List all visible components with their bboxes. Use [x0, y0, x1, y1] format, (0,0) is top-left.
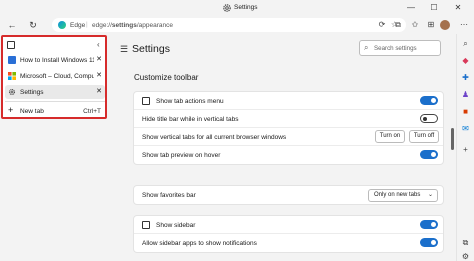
open-external-icon[interactable]: ⧉ — [460, 237, 471, 248]
tab-label: Settings — [20, 88, 44, 96]
collections-add-icon[interactable]: ⊞ — [425, 19, 437, 31]
collapse-pane-icon[interactable]: ‹ — [97, 40, 100, 49]
dropdown-value: Only on new tabs — [374, 192, 421, 198]
outlook-icon[interactable]: ✉ — [460, 123, 471, 134]
search-icon[interactable]: ⌕ — [460, 38, 471, 49]
setting-label: Show tab actions menu — [156, 98, 224, 105]
url-highlight: settings — [111, 21, 137, 29]
new-tab-label: New tab — [20, 107, 44, 115]
setting-row-vertical-tabs: Show vertical tabs for all current brows… — [134, 128, 443, 146]
section-title: Customize toolbar — [134, 73, 199, 82]
chevron-down-icon: ⌄ — [427, 192, 433, 198]
toggle-show-tab-actions[interactable] — [420, 96, 438, 105]
turn-off-button[interactable]: Turn off — [409, 130, 439, 143]
tab-label: Microsoft – Cloud, Computers, A — [20, 72, 94, 80]
edge-sidebar: ⌕ ◆ ✚ ♟ ■ ✉ + ⧉ ⚙ — [456, 34, 474, 261]
sidebar-settings-card: Show sidebar Allow sidebar apps to show … — [133, 215, 444, 253]
tab-item[interactable]: How to Install Windows 11 on Vi ✕ — [5, 53, 105, 67]
setting-label: Show tab preview on hover — [142, 152, 221, 159]
search-input[interactable] — [374, 43, 438, 53]
profile-avatar[interactable] — [440, 20, 450, 30]
search-box[interactable]: ⌕ — [359, 40, 441, 56]
toggle-sidebar-notifications[interactable] — [420, 238, 438, 247]
setting-row-tab-preview: Show tab preview on hover — [134, 146, 443, 164]
gear-icon — [223, 4, 231, 12]
tools-icon[interactable]: ✚ — [460, 72, 471, 83]
back-button[interactable]: ← — [6, 19, 18, 31]
menu-icon[interactable]: ☰ — [120, 44, 128, 55]
url-text: edge://settings/appearance — [92, 22, 173, 29]
close-window-button[interactable]: ✕ — [452, 2, 464, 14]
url-separator: | — [86, 21, 88, 28]
setting-label: Hide title bar while in vertical tabs — [142, 116, 239, 123]
window-title: Settings — [234, 4, 258, 11]
url-prefix: edge:// — [92, 21, 112, 29]
turn-on-button[interactable]: Turn on — [375, 130, 405, 143]
page-title: Settings — [132, 43, 170, 55]
more-menu-icon[interactable]: ⋯ — [458, 19, 470, 31]
plus-icon: + — [8, 105, 14, 115]
close-tab-icon[interactable]: ✕ — [96, 87, 102, 95]
setting-label: Allow sidebar apps to show notifications — [142, 240, 257, 247]
setting-row-hide-title-bar: Hide title bar while in vertical tabs — [134, 110, 443, 128]
setting-label: Show favorites bar — [142, 192, 196, 199]
tab-settings-card: Show tab actions menu Hide title bar whi… — [133, 91, 444, 165]
close-tab-icon[interactable]: ✕ — [96, 55, 102, 63]
favorites-bar-dropdown[interactable]: Only on new tabs ⌄ — [368, 189, 438, 202]
address-bar-row: ← ↻ Edge | edge://settings/appearance ☆ … — [0, 16, 474, 34]
sidebar-icon — [142, 221, 150, 229]
refresh-button[interactable]: ↻ — [27, 19, 39, 31]
microsoft-favicon-icon — [8, 72, 16, 80]
gear-icon — [8, 88, 16, 96]
vertical-tabs-panel: ‹ How to Install Windows 11 on Vi ✕ Micr… — [1, 35, 107, 119]
tab-item-selected[interactable]: Settings ✕ — [5, 85, 105, 99]
scrollbar-track[interactable] — [449, 62, 454, 261]
toggle-tab-preview[interactable] — [420, 150, 438, 159]
add-icon[interactable]: + — [460, 144, 471, 155]
close-tab-icon[interactable]: ✕ — [96, 71, 102, 79]
settings-header: ☰ Settings ⌕ — [108, 34, 456, 62]
divider — [5, 101, 105, 102]
toggle-show-sidebar[interactable] — [420, 220, 438, 229]
search-icon: ⌕ — [364, 43, 369, 52]
tab-label: How to Install Windows 11 on Vi — [20, 56, 94, 64]
setting-row-sidebar-notifications: Allow sidebar apps to show notifications — [134, 234, 443, 252]
edge-logo-icon — [58, 21, 66, 29]
maximize-button[interactable]: ☐ — [428, 2, 440, 14]
setting-row-show-tab-actions: Show tab actions menu — [134, 92, 443, 110]
tab-actions-icon — [142, 97, 150, 105]
collections-icon[interactable]: ⧉ — [392, 19, 404, 31]
setting-row-show-sidebar: Show sidebar — [134, 216, 443, 234]
scrollbar-thumb[interactable] — [451, 128, 454, 150]
new-tab-button[interactable]: + New tab Ctrl+T — [5, 104, 105, 118]
sidebar-settings-icon[interactable]: ⚙ — [460, 251, 471, 261]
minimize-button[interactable]: — — [405, 2, 417, 14]
setting-label: Show vertical tabs for all current brows… — [142, 134, 287, 141]
extensions-icon[interactable]: ⟳ — [376, 19, 388, 31]
tab-item[interactable]: Microsoft – Cloud, Computers, A ✕ — [5, 69, 105, 83]
howtogeek-favicon-icon — [8, 56, 16, 64]
favorites-bar-card: Show favorites bar Only on new tabs ⌄ — [133, 185, 444, 205]
office-icon[interactable]: ■ — [460, 106, 471, 117]
tab-actions-icon[interactable] — [7, 41, 15, 49]
favorites-icon[interactable]: ✩ — [409, 19, 421, 31]
shopping-icon[interactable]: ◆ — [460, 55, 471, 66]
new-tab-shortcut: Ctrl+T — [83, 107, 101, 115]
setting-label: Show sidebar — [156, 222, 196, 229]
edge-brand-label: Edge — [70, 21, 86, 29]
url-suffix: /appearance — [136, 21, 173, 29]
toggle-hide-title-bar[interactable] — [420, 114, 438, 123]
games-icon[interactable]: ♟ — [460, 89, 471, 100]
title-bar: Settings — ☐ ✕ — [0, 0, 474, 16]
setting-row-favorites-bar: Show favorites bar Only on new tabs ⌄ — [134, 186, 443, 205]
address-bar[interactable]: Edge | edge://settings/appearance ☆ — [52, 18, 406, 32]
